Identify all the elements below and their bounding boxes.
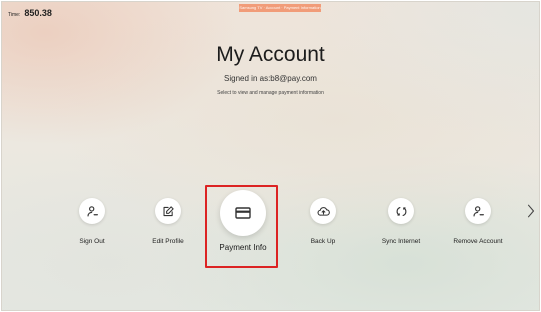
chevron-right-icon[interactable] — [525, 202, 537, 220]
edit-icon — [155, 198, 181, 224]
person-minus-icon — [79, 198, 105, 224]
instruction-text: Select to view and manage payment inform… — [217, 90, 324, 96]
edit-profile-label: Edit Profile — [152, 238, 184, 245]
sign-out-label: Sign Out — [79, 238, 105, 245]
timer-value: 850.38 — [24, 8, 52, 18]
page-title: My Account — [216, 43, 325, 66]
sync-icon — [388, 198, 414, 224]
payment-info-label: Payment Info — [219, 243, 267, 252]
remove-account-label: Remove Account — [453, 238, 503, 245]
timer: Time: 850.38 — [8, 8, 52, 18]
credit-card-icon — [220, 190, 266, 236]
cloud-upload-icon — [310, 198, 336, 224]
account-screen: Time: 850.38 Samsung TV · Account · Paym… — [1, 1, 540, 311]
sync-internet-label: Sync Internet — [381, 238, 421, 245]
top-banner: Samsung TV · Account · Payment Informati… — [239, 4, 321, 12]
signed-in-text: Signed in as:b8@pay.com — [224, 74, 317, 83]
back-up-label: Back Up — [310, 238, 336, 245]
person-minus-icon — [465, 198, 491, 224]
timer-label: Time: — [8, 12, 21, 18]
